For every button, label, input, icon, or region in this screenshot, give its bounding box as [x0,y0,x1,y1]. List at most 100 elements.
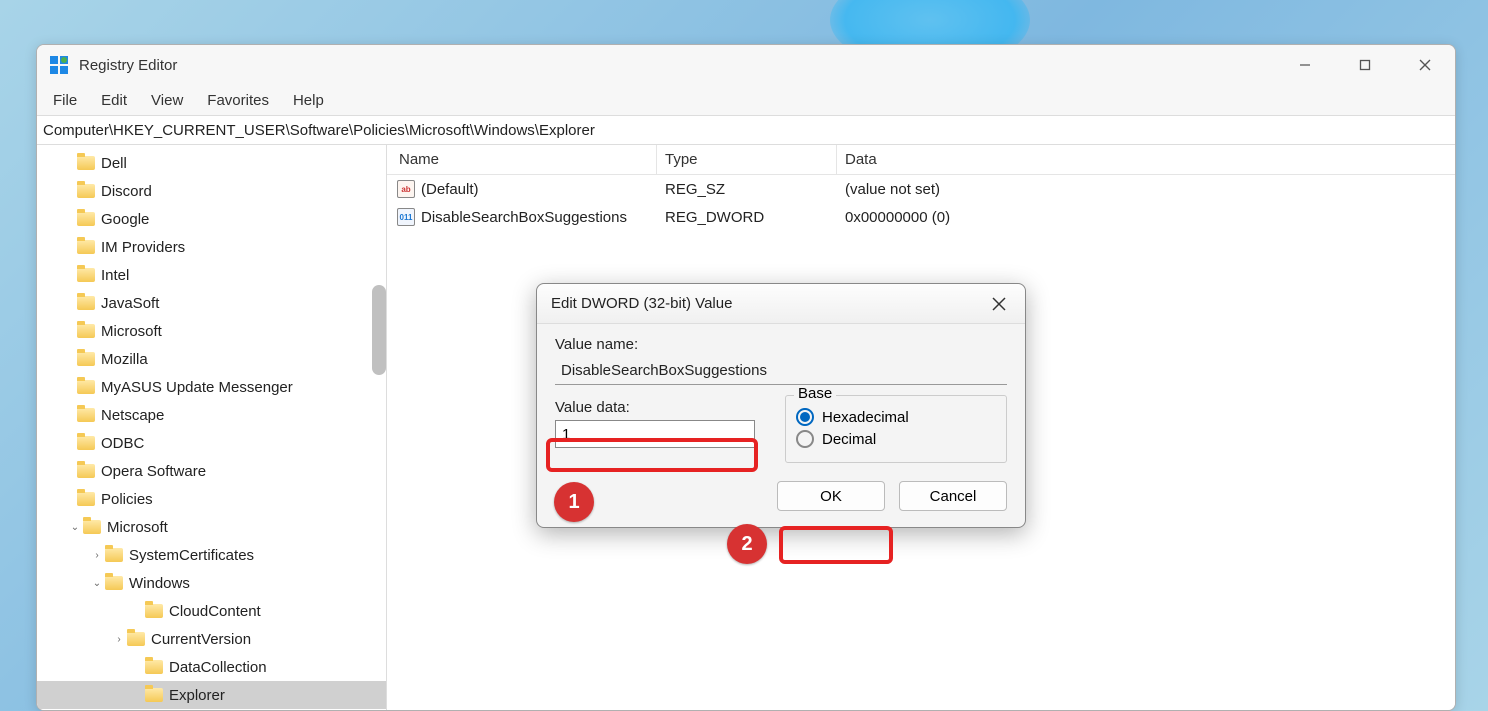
value-data: 0x00000000 (0) [837,209,1455,226]
titlebar[interactable]: Registry Editor [37,45,1455,85]
tree-item-label: Explorer [169,687,225,704]
value-name-label: Value name: [555,336,1007,353]
base-fieldset: Base Hexadecimal Decimal [785,395,1007,463]
address-path: Computer\HKEY_CURRENT_USER\Software\Poli… [43,122,595,139]
dialog-titlebar[interactable]: Edit DWORD (32-bit) Value [537,284,1025,324]
tree-item[interactable]: Mozilla [37,345,386,373]
folder-icon [105,548,123,562]
ok-button[interactable]: OK [777,481,885,511]
tree-item-label: Discord [101,183,152,200]
close-button[interactable] [1395,45,1455,85]
folder-icon [77,296,95,310]
tree-item-label: JavaSoft [101,295,159,312]
tree-item[interactable]: Opera Software [37,457,386,485]
tree-item[interactable]: ›SystemCertificates [37,541,386,569]
tree-item-label: Microsoft [107,519,168,536]
value-name: (Default) [421,181,479,198]
value-type: REG_SZ [657,181,837,198]
chevron-down-icon[interactable]: ⌄ [67,519,83,535]
app-icon [49,55,69,75]
tree-item[interactable]: Google [37,205,386,233]
reg-sz-icon: ab [397,180,415,198]
folder-icon [77,436,95,450]
column-type[interactable]: Type [657,145,837,174]
menu-edit[interactable]: Edit [93,90,135,111]
tree-item[interactable]: ⌄ Windows [37,569,386,597]
maximize-button[interactable] [1335,45,1395,85]
registry-value-row[interactable]: 011DisableSearchBoxSuggestionsREG_DWORD0… [387,203,1455,231]
tree-item-label: Dell [101,155,127,172]
address-bar[interactable]: Computer\HKEY_CURRENT_USER\Software\Poli… [37,115,1455,145]
tree-item-label: Netscape [101,407,164,424]
radio-hex-label: Hexadecimal [822,409,909,426]
folder-icon [77,156,95,170]
value-name-field[interactable] [555,357,1007,385]
value-name: DisableSearchBoxSuggestions [421,209,627,226]
folder-icon [77,464,95,478]
tree-item[interactable]: IM Providers [37,233,386,261]
tree-item-label: Intel [101,267,129,284]
folder-icon [105,576,123,590]
reg-dword-icon: 011 [397,208,415,226]
tree-item[interactable]: MyASUS Update Messenger [37,373,386,401]
tree-item-label: IM Providers [101,239,185,256]
menu-file[interactable]: File [45,90,85,111]
folder-icon [127,632,145,646]
tree-item-label: Policies [101,491,153,508]
folder-icon [145,660,163,674]
window-title: Registry Editor [79,57,177,74]
menu-favorites[interactable]: Favorites [199,90,277,111]
radio-decimal[interactable]: Decimal [796,430,996,448]
menu-help[interactable]: Help [285,90,332,111]
tree-item-label: CurrentVersion [151,631,251,648]
folder-icon [83,520,101,534]
tree-item-label: Mozilla [101,351,148,368]
column-data[interactable]: Data [837,145,1455,174]
tree-item[interactable]: Microsoft [37,317,386,345]
tree-item[interactable]: DataCollection [37,653,386,681]
registry-value-row[interactable]: ab (Default) REG_SZ(value not set) [387,175,1455,203]
tree-pane[interactable]: Dell Discord Google IM Providers Intel JavaSo… [37,145,387,710]
tree-item[interactable]: Intel [37,261,386,289]
tree-item[interactable]: Explorer [37,681,386,709]
value-data: (value not set) [837,181,1455,198]
dialog-close-button[interactable] [987,292,1011,316]
tree-item[interactable]: CloudContent [37,597,386,625]
folder-icon [77,408,95,422]
radio-hexadecimal[interactable]: Hexadecimal [796,408,996,426]
tree-item[interactable]: Netscape [37,401,386,429]
minimize-button[interactable] [1275,45,1335,85]
chevron-down-icon[interactable]: ⌄ [89,575,105,591]
tree-item[interactable]: › CurrentVersion [37,625,386,653]
tree-item[interactable]: ODBC [37,429,386,457]
tree-item[interactable]: Policies [37,485,386,513]
tree-item[interactable]: ⌄ Microsoft [37,513,386,541]
folder-icon [77,240,95,254]
folder-icon [77,352,95,366]
folder-icon [77,380,95,394]
value-data-input[interactable] [555,420,755,448]
tree-item-label: MyASUS Update Messenger [101,379,293,396]
value-data-label: Value data: [555,399,765,416]
tree-item[interactable]: Dell [37,149,386,177]
tree-scrollbar[interactable] [372,285,386,375]
tree-item-label: CloudContent [169,603,261,620]
folder-icon [77,184,95,198]
chevron-right-icon[interactable]: › [111,631,127,647]
tree-item[interactable]: Discord [37,177,386,205]
tree-item-label: Microsoft [101,323,162,340]
tree-item-label: ODBC [101,435,144,452]
radio-dec-label: Decimal [822,431,876,448]
menu-view[interactable]: View [143,90,191,111]
cancel-button[interactable]: Cancel [899,481,1007,511]
radio-icon-checked [796,408,814,426]
folder-icon [77,324,95,338]
menubar: File Edit View Favorites Help [37,85,1455,115]
folder-icon [145,604,163,618]
tree-item[interactable]: JavaSoft [37,289,386,317]
chevron-right-icon[interactable]: › [89,547,105,563]
column-name[interactable]: Name [387,145,657,174]
annotation-circle-1: 1 [554,482,594,522]
tree-item-label: Windows [129,575,190,592]
tree-item-label: DataCollection [169,659,267,676]
